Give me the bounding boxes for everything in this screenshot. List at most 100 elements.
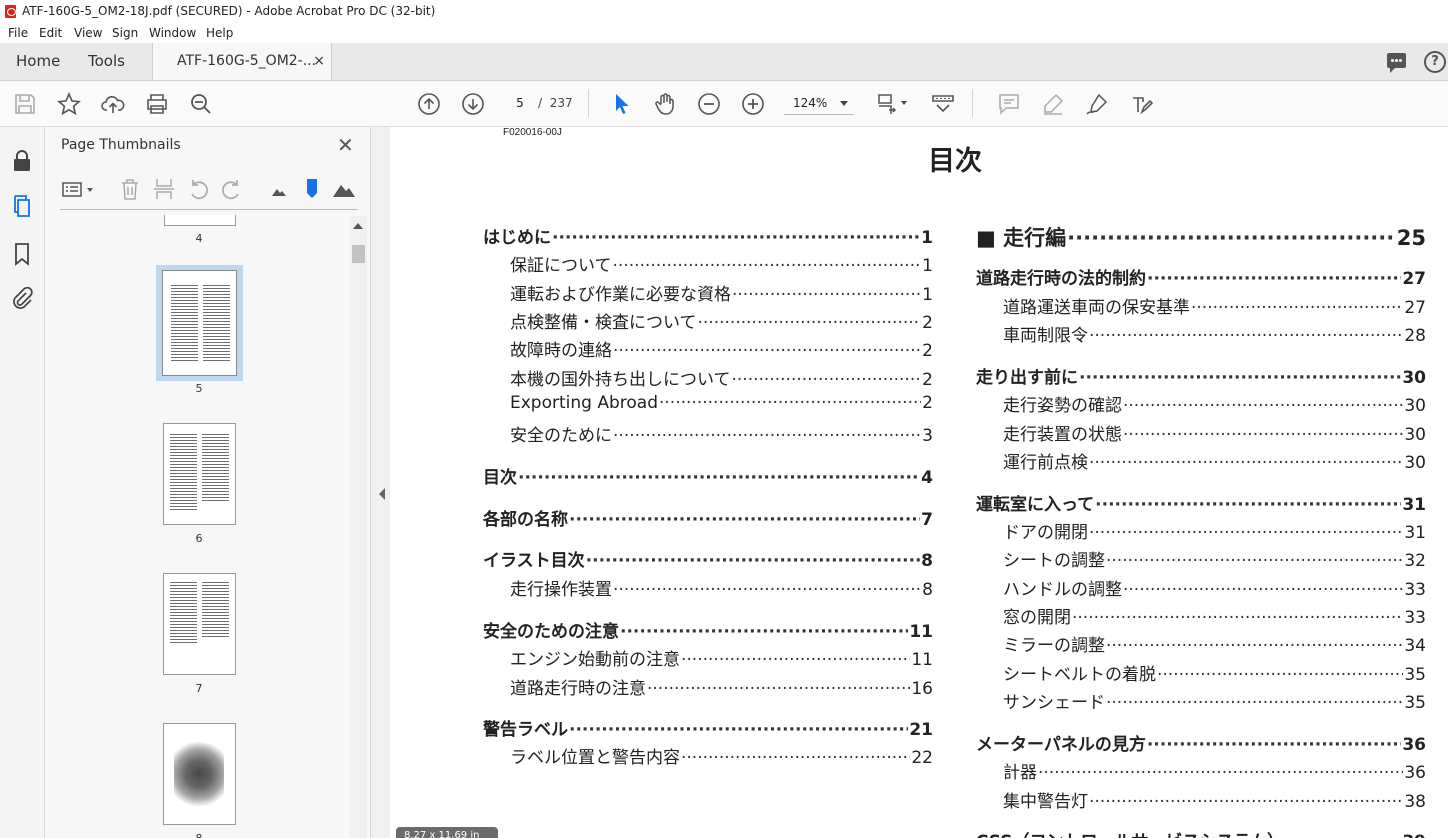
tab-close-icon[interactable]: × [313, 43, 325, 80]
toc-entry[interactable]: 窓の開閉 33 [1003, 603, 1426, 628]
toc-dot-leader [1285, 832, 1401, 838]
toc-entry[interactable]: 道路走行時の注意 16 [510, 674, 933, 699]
toc-entry[interactable]: 運行前点検 30 [1003, 448, 1426, 473]
toc-section-entry[interactable]: 各部の名称 7 [483, 505, 933, 530]
rotate-left-icon[interactable] [186, 177, 210, 201]
toc-section-entry[interactable]: 運転室に入って 31 [976, 490, 1426, 515]
comment-tool-icon[interactable] [997, 92, 1021, 116]
comment-icon[interactable] [1387, 53, 1406, 73]
page-thumbnail[interactable] [163, 723, 236, 825]
toc-entry-page: 38 [1404, 792, 1426, 812]
bookmarks-icon[interactable] [10, 242, 34, 266]
thumbnail-options-icon[interactable] [60, 177, 84, 201]
toc-entry[interactable]: 車両制限令 28 [1003, 321, 1426, 346]
tab-bar: Home Tools ATF-160G-5_OM2-... × [0, 43, 1448, 81]
zoom-out-icon[interactable] [697, 92, 721, 116]
select-cursor-icon[interactable] [609, 92, 633, 116]
toc-entry[interactable]: 運転および作業に必要な資格 1 [510, 280, 933, 305]
toc-section-entry[interactable]: 目次 4 [483, 463, 933, 488]
tab-home[interactable]: Home [16, 43, 60, 80]
toc-entry[interactable]: 集中警告灯 38 [1003, 787, 1426, 812]
edit-pdf-icon[interactable] [1129, 92, 1154, 116]
thumbnail-scrollbar[interactable] [350, 216, 367, 838]
panel-close-icon[interactable]: ✕ [337, 133, 354, 157]
scroll-thumb[interactable] [352, 245, 365, 263]
menu-view[interactable]: View [74, 23, 102, 43]
toc-entry[interactable]: 計器 36 [1003, 758, 1426, 783]
toc-entry-title: イラスト目次 [483, 551, 585, 571]
large-thumbnails-icon[interactable] [332, 177, 356, 201]
toc-entry[interactable]: 本機の国外持ち出しについて 2 [510, 365, 933, 390]
toc-dot-leader [552, 228, 920, 248]
menu-window[interactable]: Window [149, 23, 196, 43]
toc-entry[interactable]: ドアの開閉 31 [1003, 518, 1426, 543]
toc-entry[interactable]: Exporting Abroad 2 [510, 393, 933, 413]
toc-entry[interactable]: サンシェード 35 [1003, 688, 1426, 713]
toc-entry[interactable]: 故障時の連絡 2 [510, 336, 933, 361]
help-icon[interactable]: ? [1424, 51, 1446, 73]
document-viewer[interactable]: F020016-00J 目次 はじめに1保証について1運転および作業に必要な資格… [390, 127, 1448, 838]
options-dropdown-icon[interactable] [87, 188, 93, 192]
fit-page-icon[interactable] [875, 92, 899, 116]
toc-section-entry[interactable]: メーターパネルの見方 36 [976, 730, 1426, 755]
thumbnail-size-slider[interactable] [300, 177, 324, 201]
toc-entry[interactable]: ミラーの調整 34 [1003, 631, 1426, 656]
page-thumbnail[interactable] [163, 423, 236, 525]
menu-sign[interactable]: Sign [112, 23, 138, 43]
next-page-icon[interactable] [461, 92, 485, 116]
menu-help[interactable]: Help [206, 23, 233, 43]
save-icon[interactable] [13, 92, 37, 116]
menu-edit[interactable]: Edit [39, 23, 62, 43]
upload-cloud-icon[interactable] [101, 92, 125, 116]
tab-tools[interactable]: Tools [88, 43, 125, 80]
page-thumbnails-icon[interactable] [10, 194, 34, 218]
menu-file[interactable]: File [8, 23, 28, 43]
print-icon[interactable] [145, 92, 169, 116]
toc-entry[interactable]: 安全のために 3 [510, 421, 933, 446]
find-zoom-icon[interactable] [189, 92, 213, 116]
toc-entry[interactable]: 走行装置の状態 30 [1003, 420, 1426, 445]
attachments-icon[interactable] [10, 286, 34, 311]
scroll-up-icon[interactable] [353, 223, 363, 229]
collapse-panel-icon[interactable] [379, 488, 385, 500]
toc-entry[interactable]: ハンドルの調整 33 [1003, 575, 1426, 600]
highlight-pen-icon[interactable] [1041, 92, 1065, 116]
delete-page-icon[interactable] [118, 177, 142, 201]
previous-page-icon[interactable] [417, 92, 441, 116]
toc-section-entry[interactable]: 走り出す前に 30 [976, 363, 1426, 388]
toc-entry[interactable]: シートの調整 32 [1003, 546, 1426, 571]
toc-section-entry[interactable]: 安全のための注意 11 [483, 617, 933, 642]
tab-document[interactable]: ATF-160G-5_OM2-... × [152, 43, 332, 80]
page-thumbnail[interactable] [164, 215, 236, 226]
split-page-icon[interactable] [152, 177, 176, 201]
fit-dropdown-icon[interactable] [901, 101, 907, 105]
page-thumbnail-selected[interactable] [156, 265, 243, 381]
hand-tool-icon[interactable] [653, 92, 677, 116]
current-page-input[interactable]: 5 [503, 93, 537, 113]
toc-section-entry[interactable]: はじめに 1 [483, 223, 933, 248]
small-thumbnails-icon[interactable] [268, 177, 292, 201]
bookmark-star-icon[interactable] [57, 91, 81, 116]
toc-section-entry[interactable]: CSS（コントロールサービスシステム） 39 [976, 827, 1426, 838]
toc-section-entry[interactable]: 警告ラベル 21 [483, 715, 933, 740]
toc-entry-page: 30 [1404, 396, 1426, 416]
toc-section-entry[interactable]: 道路走行時の法的制約 27 [976, 264, 1426, 289]
lock-icon[interactable] [10, 149, 34, 173]
zoom-dropdown[interactable]: 124% [784, 92, 854, 115]
scroll-mode-icon[interactable] [931, 92, 955, 116]
toc-section-entry[interactable]: ■ 走行編 25 [976, 222, 1426, 252]
toc-entry[interactable]: ラベル位置と警告内容 22 [510, 743, 933, 768]
toc-entry[interactable]: 点検整備・検査について 2 [510, 308, 933, 333]
fill-sign-icon[interactable] [1085, 92, 1109, 116]
toc-entry[interactable]: シートベルトの着脱 35 [1003, 660, 1426, 685]
toc-entry-page: 30 [1402, 368, 1426, 388]
toc-entry[interactable]: 走行操作装置 8 [510, 575, 933, 600]
zoom-in-icon[interactable] [741, 92, 765, 116]
toc-entry[interactable]: 保証について 1 [510, 251, 933, 276]
rotate-right-icon[interactable] [220, 177, 244, 201]
toc-entry[interactable]: 走行姿勢の確認 30 [1003, 391, 1426, 416]
page-thumbnail[interactable] [163, 573, 236, 675]
toc-entry[interactable]: エンジン始動前の注意 11 [510, 645, 933, 670]
toc-entry[interactable]: 道路運送車両の保安基準 27 [1003, 293, 1426, 318]
toc-section-entry[interactable]: イラスト目次 8 [483, 546, 933, 571]
